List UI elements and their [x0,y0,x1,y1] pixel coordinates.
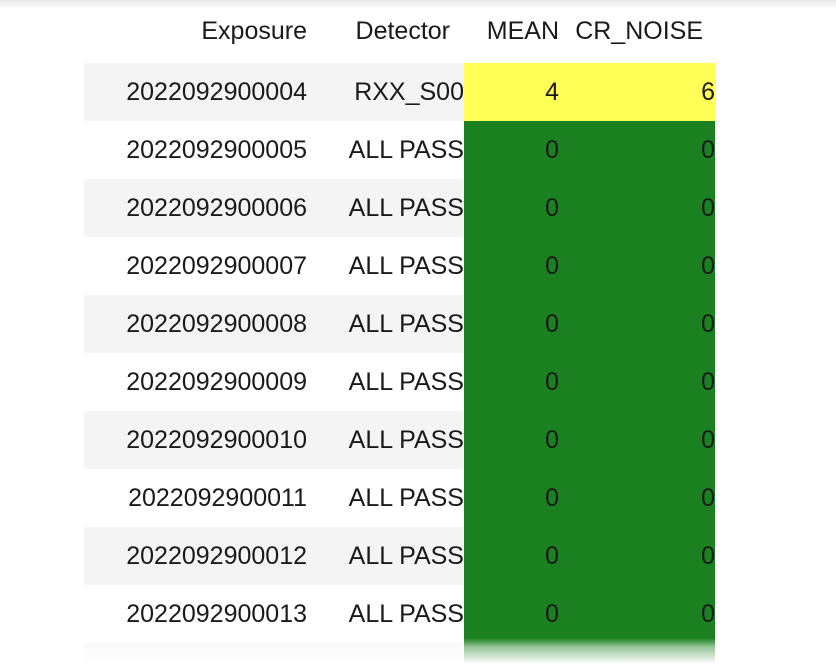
cell-detector[interactable]: ALL PASS [307,469,464,527]
row-left-gutter [0,179,84,237]
cell-mean[interactable]: 4 [464,63,559,121]
cell-cr-noise[interactable]: 0 [559,585,715,643]
row-left-gutter [0,469,84,527]
cell-cr-noise[interactable]: 0 [559,295,715,353]
row-right-gutter [715,527,836,585]
cell-mean[interactable]: 0 [464,353,559,411]
table-row[interactable]: 2022092900006 ALL PASS 0 0 [0,179,836,237]
table-row[interactable]: 2022092900011 ALL PASS 0 0 [0,469,836,527]
cell-mean[interactable]: 0 [464,179,559,237]
row-left-gutter [0,353,84,411]
cell-exposure[interactable]: 2022092900013 [84,585,307,643]
cell-mean[interactable]: 0 [464,585,559,643]
row-right-gutter [715,179,836,237]
cell-exposure[interactable]: 2022092900010 [84,411,307,469]
row-left-gutter [0,237,84,295]
cell-cr-noise[interactable]: 0 [559,179,715,237]
cell-detector[interactable]: ALL PASS [307,121,464,179]
row-left-gutter [0,295,84,353]
cell-mean[interactable] [464,643,559,663]
cell-mean[interactable]: 0 [464,411,559,469]
table-viewport: Exposure Detector MEAN CR_NOISE 20220929… [0,0,836,664]
cell-mean[interactable]: 0 [464,527,559,585]
row-left-gutter [0,63,84,121]
table-row[interactable]: 2022092900010 ALL PASS 0 0 [0,411,836,469]
cell-detector[interactable]: ALL PASS [307,585,464,643]
row-right-gutter [715,353,836,411]
column-header-mean[interactable]: MEAN [464,0,559,63]
row-right-gutter [715,295,836,353]
cell-exposure[interactable]: 2022092900006 [84,179,307,237]
cell-exposure[interactable]: 2022092900009 [84,353,307,411]
cell-mean[interactable]: 0 [464,469,559,527]
row-left-gutter [0,585,84,643]
row-left-gutter [0,527,84,585]
cell-exposure[interactable] [84,643,307,663]
table-row-partial[interactable] [0,643,836,663]
cell-mean[interactable]: 0 [464,295,559,353]
cell-detector[interactable]: ALL PASS [307,295,464,353]
row-left-gutter [0,411,84,469]
row-left-gutter [0,643,84,663]
row-right-gutter [715,585,836,643]
header-spacer-right [715,0,836,63]
cell-detector[interactable]: ALL PASS [307,179,464,237]
cell-exposure[interactable]: 2022092900004 [84,63,307,121]
table-row[interactable]: 2022092900012 ALL PASS 0 0 [0,527,836,585]
cell-cr-noise[interactable]: 6 [559,63,715,121]
table-row[interactable]: 2022092900008 ALL PASS 0 0 [0,295,836,353]
cell-mean[interactable]: 0 [464,121,559,179]
cell-cr-noise[interactable]: 0 [559,411,715,469]
table-body: 2022092900004 RXX_S00 4 6 2022092900005 ALL P… [0,63,836,663]
row-right-gutter [715,121,836,179]
table-row[interactable]: 2022092900004 RXX_S00 4 6 [0,63,836,121]
row-right-gutter [715,643,836,663]
cell-exposure[interactable]: 2022092900005 [84,121,307,179]
cell-cr-noise[interactable] [559,643,715,663]
column-header-cr-noise[interactable]: CR_NOISE [559,0,715,63]
row-right-gutter [715,411,836,469]
cell-cr-noise[interactable]: 0 [559,469,715,527]
cell-cr-noise[interactable]: 0 [559,121,715,179]
row-right-gutter [715,63,836,121]
table-row[interactable]: 2022092900005 ALL PASS 0 0 [0,121,836,179]
cell-exposure[interactable]: 2022092900011 [84,469,307,527]
table-row[interactable]: 2022092900007 ALL PASS 0 0 [0,237,836,295]
cell-exposure[interactable]: 2022092900007 [84,237,307,295]
cell-detector[interactable]: ALL PASS [307,237,464,295]
header-spacer [0,0,84,63]
column-header-exposure[interactable]: Exposure [84,0,307,63]
cell-detector[interactable]: ALL PASS [307,411,464,469]
cell-cr-noise[interactable]: 0 [559,237,715,295]
cell-exposure[interactable]: 2022092900012 [84,527,307,585]
table-header-row: Exposure Detector MEAN CR_NOISE [0,0,836,63]
cell-detector[interactable]: ALL PASS [307,353,464,411]
column-header-detector[interactable]: Detector [307,0,464,63]
cell-cr-noise[interactable]: 0 [559,353,715,411]
cell-cr-noise[interactable]: 0 [559,527,715,585]
cell-detector[interactable]: ALL PASS [307,527,464,585]
row-right-gutter [715,469,836,527]
cell-detector[interactable] [307,643,464,663]
table-row[interactable]: 2022092900013 ALL PASS 0 0 [0,585,836,643]
cell-exposure[interactable]: 2022092900008 [84,295,307,353]
cell-mean[interactable]: 0 [464,237,559,295]
qa-results-table: Exposure Detector MEAN CR_NOISE 20220929… [0,0,836,663]
cell-detector[interactable]: RXX_S00 [307,63,464,121]
row-right-gutter [715,237,836,295]
row-left-gutter [0,121,84,179]
table-header: Exposure Detector MEAN CR_NOISE [0,0,836,63]
table-row[interactable]: 2022092900009 ALL PASS 0 0 [0,353,836,411]
